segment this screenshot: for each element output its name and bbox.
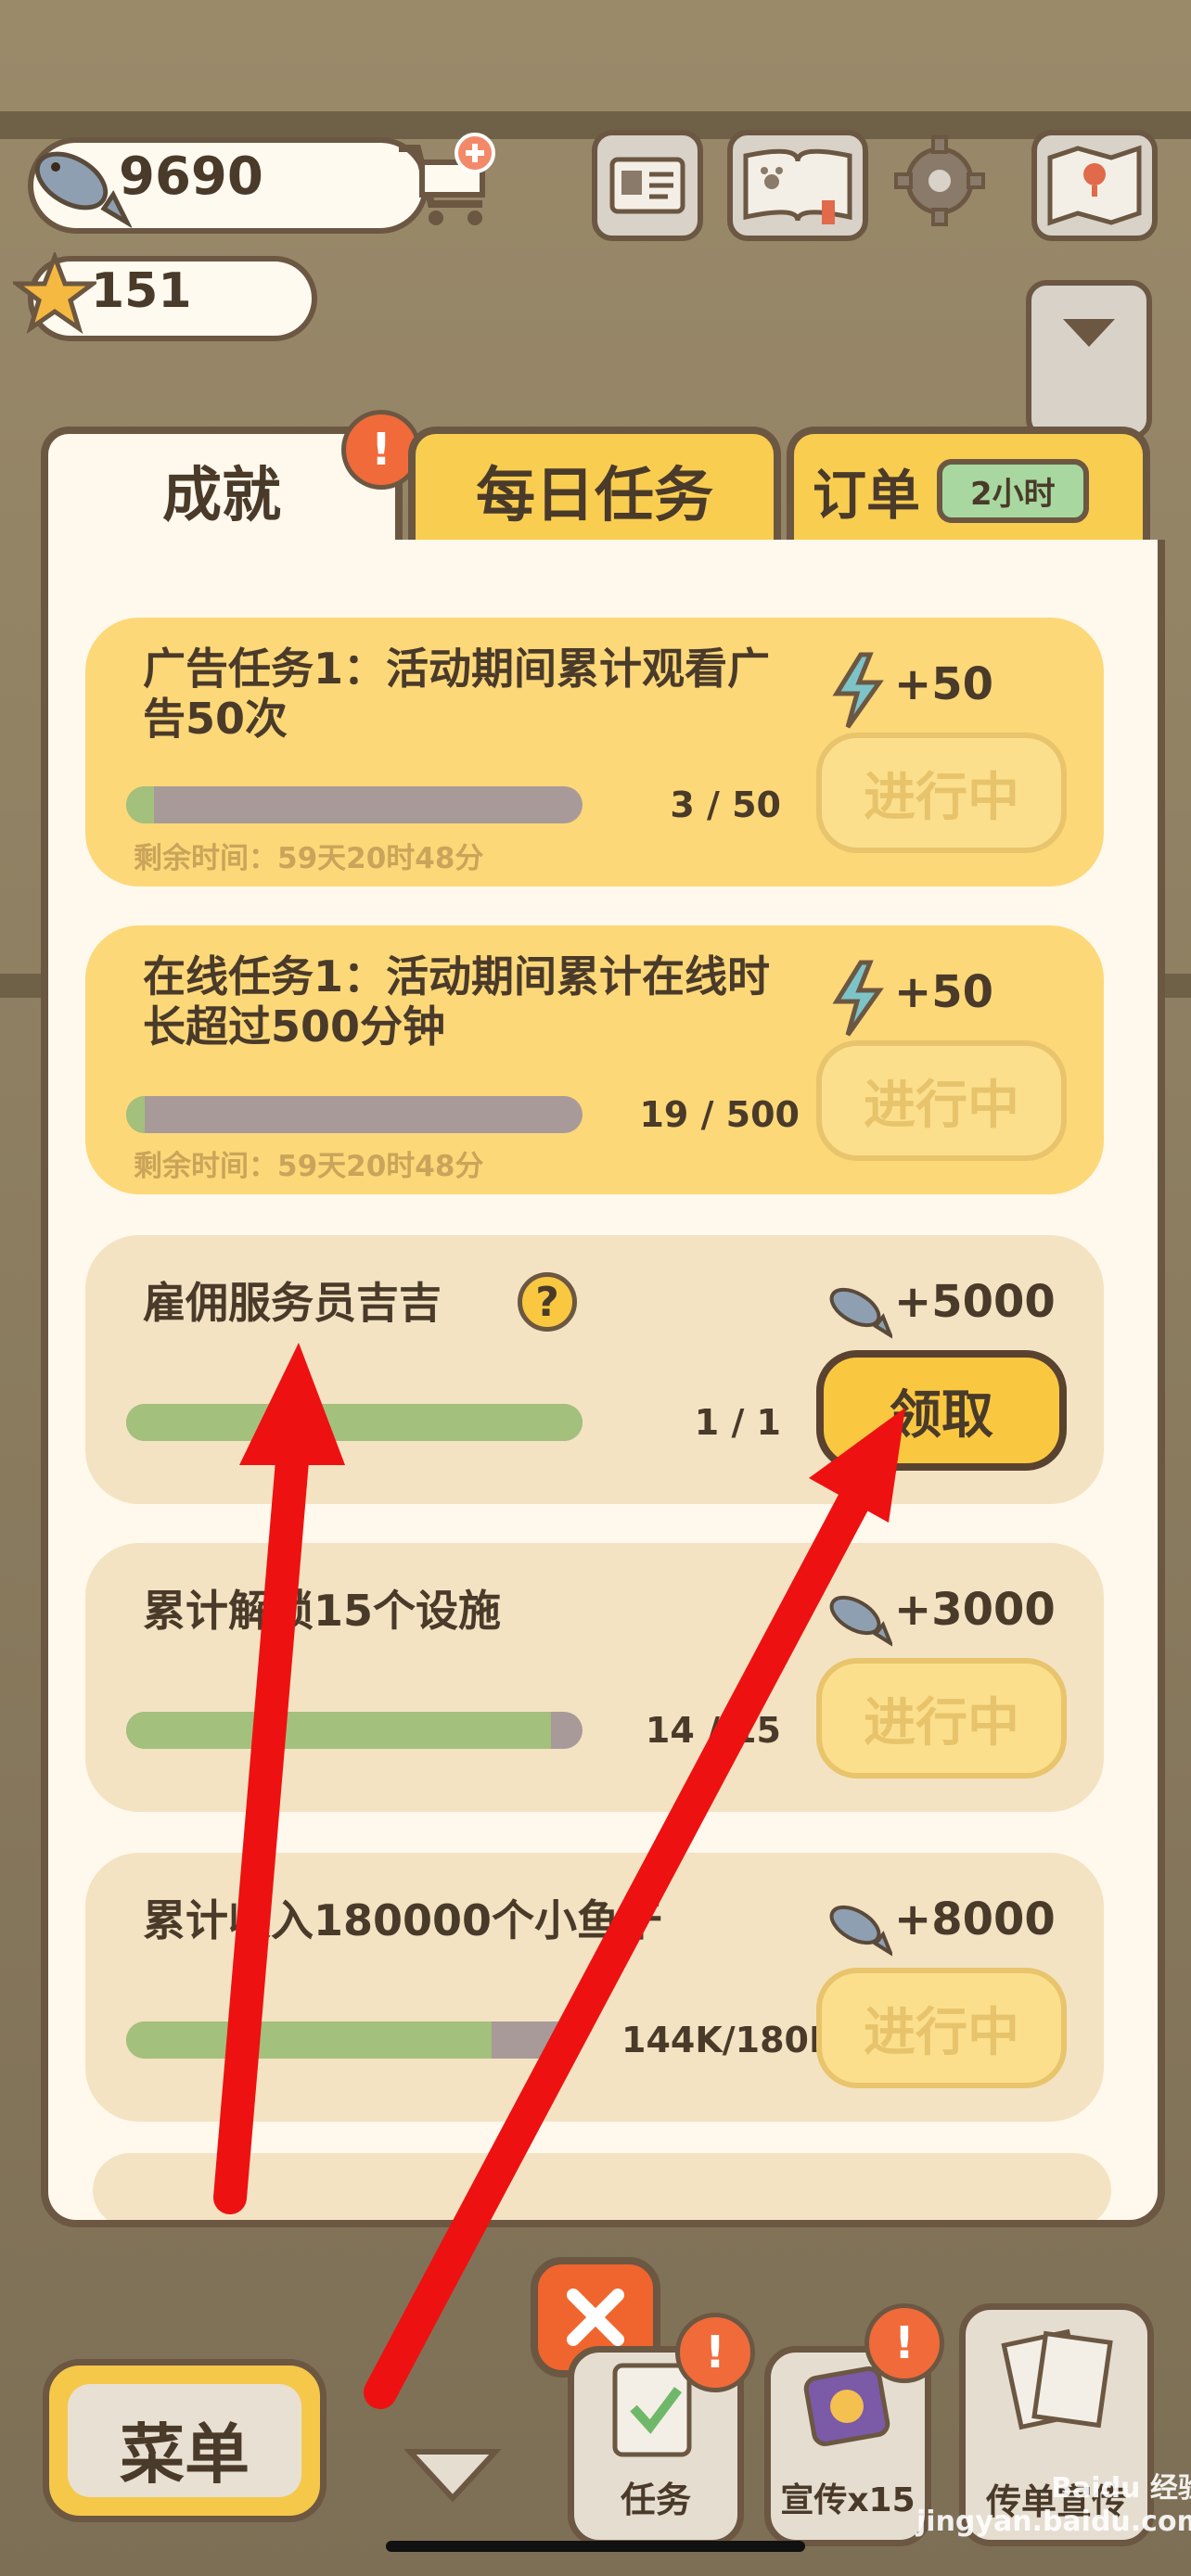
baidu-watermark: Baidu 经验 jingyan.baidu.com <box>916 2472 1191 2538</box>
home-indicator <box>386 2541 805 2552</box>
annotation-arrow-right <box>364 1408 905 2409</box>
